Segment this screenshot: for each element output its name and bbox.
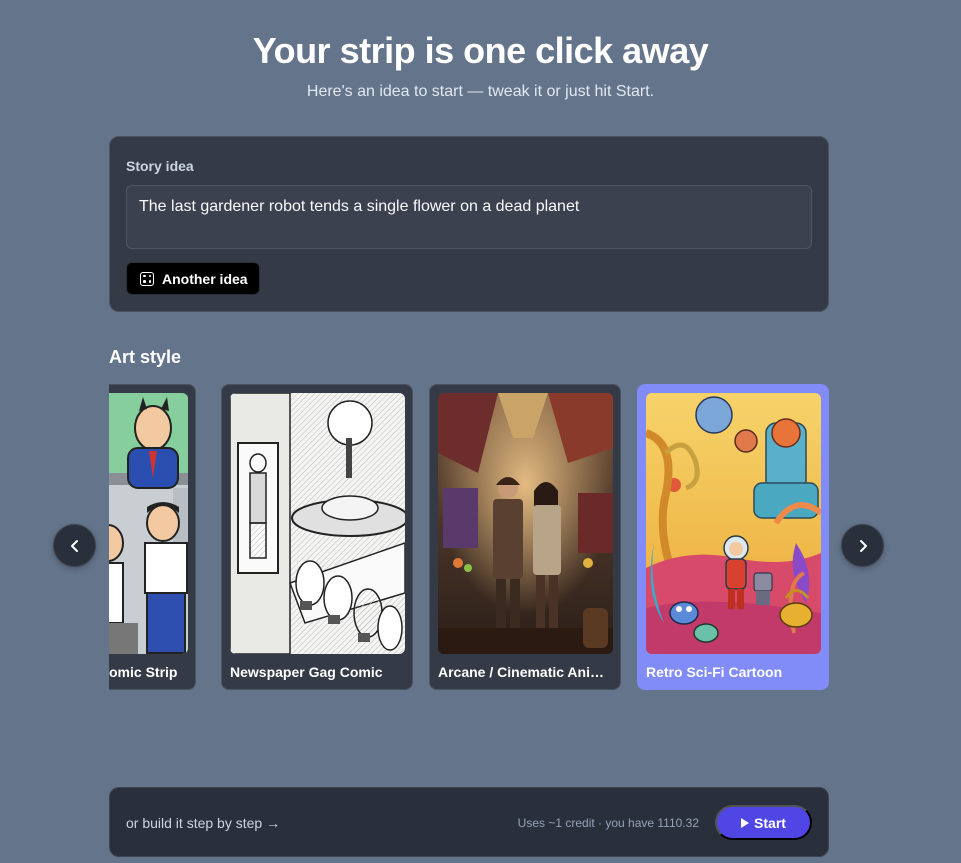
art-style-heading: Art style (109, 347, 182, 367)
style-card-retro-scifi[interactable]: Retro Sci-Fi Cartoon (637, 384, 829, 690)
style-thumbnail-office-comic (109, 393, 188, 654)
play-icon (741, 817, 750, 828)
story-idea-input[interactable] (126, 185, 812, 249)
carousel-prev-button[interactable] (53, 524, 96, 567)
chevron-right-icon (859, 539, 867, 552)
style-card-newspaper-gag[interactable]: Newspaper Gag Comic (221, 384, 413, 690)
start-button[interactable]: Start (715, 805, 812, 840)
style-card-label: Retro Sci-Fi Cartoon (646, 664, 783, 680)
another-idea-label: Another idea (162, 270, 248, 287)
dice-icon (140, 271, 154, 286)
carousel-next-button[interactable] (841, 524, 884, 567)
style-card-label: omic Strip (109, 664, 178, 680)
story-idea-label: Story idea (126, 158, 194, 174)
style-card-label: Arcane / Cinematic Anim... (438, 664, 614, 680)
start-label: Start (754, 814, 786, 831)
action-bar: or build it step by step → Uses ~1 credi… (109, 787, 829, 857)
style-thumbnail-newspaper-gag (230, 393, 405, 654)
style-thumbnail-retro-scifi (646, 393, 821, 654)
style-thumbnail-arcane-cinematic (438, 393, 613, 654)
style-card-label: Newspaper Gag Comic (230, 664, 383, 680)
page-title: Your strip is one click away (252, 30, 709, 71)
style-card-arcane-cinematic[interactable]: Arcane / Cinematic Anim... (429, 384, 621, 690)
page-subtitle: Here's an idea to start — tweak it or ju… (306, 83, 655, 100)
chevron-left-icon (70, 539, 78, 552)
another-idea-button[interactable]: Another idea (126, 262, 260, 295)
step-by-step-link[interactable]: or build it step by step → (126, 815, 280, 831)
story-idea-card: Story idea Another idea (109, 136, 829, 312)
style-card-office-comic[interactable]: omic Strip (109, 384, 196, 690)
art-style-carousel: omic Strip Newspaper Gag Comic Arcane / … (109, 383, 829, 693)
credits-info: Uses ~1 credit · you have 1110.32 (517, 816, 699, 830)
